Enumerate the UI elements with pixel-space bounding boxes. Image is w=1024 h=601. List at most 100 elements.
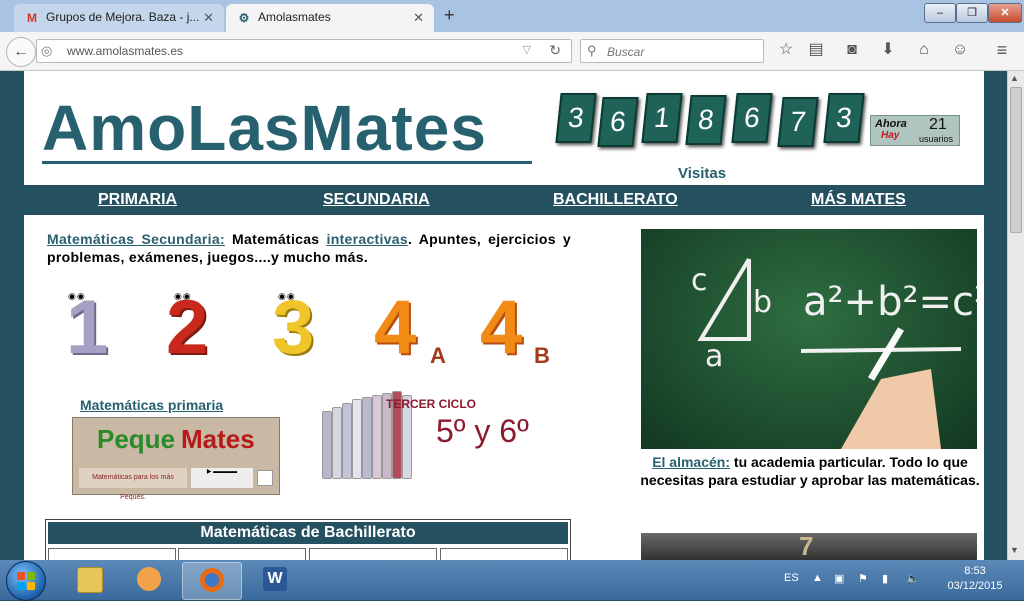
course-4b-letter: B (534, 343, 550, 368)
logo-underline (42, 161, 532, 164)
chalk-a: a (705, 339, 724, 374)
chalk-b: b (753, 285, 773, 320)
music-player[interactable]: ▶ ▬▬▬▬ (191, 468, 253, 488)
clock-time: 8:53 (964, 565, 986, 577)
action-center-flag-icon[interactable]: ⚑ (858, 572, 868, 585)
menu-secundaria[interactable]: SECUNDARIA (323, 191, 430, 209)
tab-gmail[interactable]: M Grupos de Mejora. Baza - j... ✕ (14, 4, 224, 32)
menu-primaria[interactable]: PRIMARIA (98, 191, 177, 209)
secundaria-link[interactable]: Matemáticas Secundaria: (47, 231, 225, 247)
close-tab-icon[interactable]: ✕ (413, 10, 424, 26)
dropdown-icon[interactable]: ▽ (523, 43, 531, 56)
taskbar-explorer[interactable] (60, 562, 118, 598)
almacen-paragraph: El almacén: tu academia particular. Todo… (636, 453, 984, 489)
users-ahora: Ahora (875, 118, 907, 130)
counter-digit: 6 (731, 93, 773, 143)
tab-title: Grupos de Mejora. Baza - j... (46, 10, 200, 24)
counter-digit: 8 (685, 95, 727, 145)
main-menu: PRIMARIA SECUNDARIA BACHILLERATO MÁS MAT… (24, 185, 984, 215)
menu-icon[interactable]: ≡ (992, 40, 1012, 60)
url-bar[interactable]: ◎ www.amolasmates.es ▽ ↻ (36, 39, 572, 63)
triangle-drawing (697, 257, 962, 449)
tercer-ciclo-grades[interactable]: 5º y 6º (436, 413, 529, 450)
close-tab-icon[interactable]: ✕ (203, 10, 214, 26)
eyes-icon: ◉◉ (68, 291, 86, 301)
tab-amolasmates[interactable]: ⚙ Amolasmates ✕ (226, 4, 434, 32)
course-4a-letter: A (430, 343, 446, 368)
primaria-link[interactable]: Matemáticas primaria (80, 397, 223, 413)
site-icon: ⚙ (238, 11, 250, 25)
search-icon: ⚲ (587, 43, 597, 58)
minimize-button[interactable]: – (924, 3, 956, 23)
bachillerato-cell[interactable] (178, 548, 306, 560)
word-icon: W (263, 567, 287, 591)
language-indicator[interactable]: ES (784, 572, 799, 584)
scroll-up-icon[interactable]: ▲ (1010, 73, 1019, 83)
counter-digit: 6 (597, 97, 639, 147)
tray-expand-icon[interactable]: ▲ (812, 572, 823, 584)
smiley-icon[interactable]: ☺ (950, 40, 970, 60)
site-header: AmoLasMates 3 6 1 8 6 7 3 Visitas Ahora … (24, 71, 984, 185)
taskbar-firefox[interactable] (182, 562, 242, 600)
scroll-thumb[interactable] (1010, 87, 1022, 233)
vertical-scrollbar[interactable]: ▲ ▼ (1007, 71, 1024, 560)
promo-image[interactable]: 7 (641, 531, 977, 560)
intro-text: Matemáticas (224, 231, 327, 247)
tercer-ciclo-label: TERCER CICLO (386, 397, 476, 411)
visits-label: Visitas (678, 165, 727, 182)
menu-mas-mates[interactable]: MÁS MATES (811, 191, 906, 209)
tab-strip: M Grupos de Mejora. Baza - j... ✕ ⚙ Amol… (0, 0, 1024, 32)
menu-bachillerato[interactable]: BACHILLERATO (553, 191, 678, 209)
share-icon[interactable] (257, 470, 273, 486)
scroll-down-icon[interactable]: ▼ (1010, 545, 1019, 555)
site-logo[interactable]: AmoLasMates (42, 91, 487, 165)
tab-title: Amolasmates (258, 10, 331, 24)
home-icon[interactable]: ⌂ (914, 40, 934, 60)
reload-icon[interactable]: ↻ (549, 42, 561, 59)
users-label: usuarios (919, 134, 954, 144)
bachillerato-cell[interactable] (440, 548, 568, 560)
promo-char: 7 (799, 531, 814, 560)
back-button[interactable]: ← (6, 37, 36, 67)
search-input[interactable] (605, 42, 759, 62)
chalk-formula: a²+b²=c² (803, 279, 977, 325)
media-player-icon (137, 567, 161, 591)
firefox-icon (200, 568, 224, 592)
main-content: Matemáticas Secundaria: Matemáticas inte… (24, 215, 984, 560)
network-icon[interactable]: ▮ (882, 572, 888, 585)
chalkboard-image[interactable]: c b a a²+b²=c² (641, 229, 977, 449)
system-clock[interactable]: 8:53 03/12/2015 (930, 564, 1020, 594)
search-box[interactable]: ⚲ (580, 39, 764, 63)
counter-digit: 3 (823, 93, 865, 143)
eyes-icon: ◉◉ (174, 291, 192, 301)
maximize-button[interactable]: ❐ (956, 3, 988, 23)
users-count: 21 (929, 116, 947, 133)
start-button[interactable] (6, 561, 46, 601)
navigation-bar: ← ◎ www.amolasmates.es ▽ ↻ ⚲ ☆ ▤ ◙ ⬇ ⌂ ☺… (0, 32, 1024, 71)
pequemates-banner[interactable]: Peque Mates Matemáticas para los más Peq… (72, 417, 280, 501)
intro-paragraph: Matemáticas Secundaria: Matemáticas inte… (47, 230, 571, 266)
peque-subtitle: Matemáticas para los más Peques. (79, 468, 187, 501)
course-4a-icon[interactable]: 4 (374, 289, 416, 367)
bachillerato-cell[interactable] (48, 548, 176, 560)
eyes-icon: ◉◉ (278, 291, 296, 301)
almacen-link[interactable]: El almacén: (652, 454, 730, 470)
download-icon[interactable]: ⬇ (878, 40, 898, 60)
volume-icon[interactable]: 🔈 (906, 572, 920, 585)
bookmark-star-icon[interactable]: ☆ (776, 40, 796, 60)
globe-icon: ◎ (41, 43, 53, 58)
peque-text: Peque (97, 424, 176, 454)
tray-device-icon[interactable]: ▣ (834, 572, 844, 585)
course-4b-icon[interactable]: 4 (480, 289, 522, 367)
reading-list-icon[interactable]: ▤ (806, 40, 826, 60)
url-text: www.amolasmates.es (67, 44, 184, 58)
new-tab-button[interactable]: + (444, 5, 455, 26)
close-window-button[interactable]: ✕ (988, 3, 1022, 23)
taskbar-media-player[interactable] (120, 562, 178, 598)
bachillerato-cell[interactable] (309, 548, 437, 560)
pocket-icon[interactable]: ◙ (842, 40, 862, 60)
interactivas-link[interactable]: interactivas (327, 231, 408, 247)
counter-digit: 1 (641, 93, 683, 143)
taskbar-word[interactable]: W (246, 562, 304, 598)
bachillerato-title: Matemáticas de Bachillerato (48, 522, 568, 544)
